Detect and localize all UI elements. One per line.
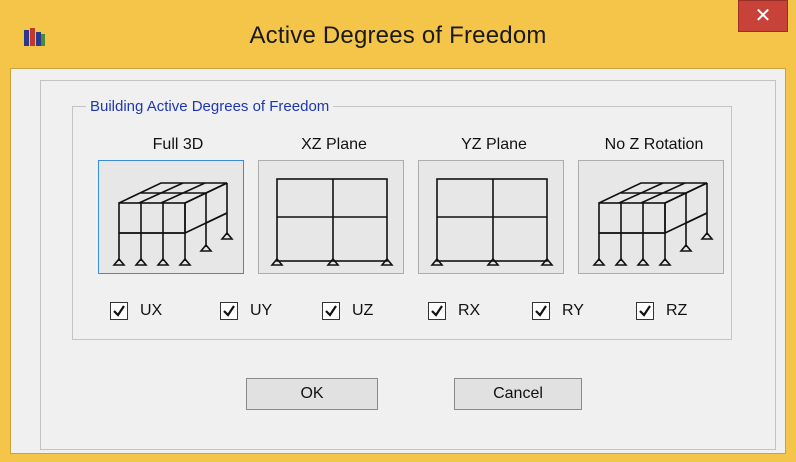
preset-label-full-3d: Full 3D (152, 136, 204, 153)
ok-button[interactable]: OK (246, 378, 378, 410)
checkmark-icon (325, 305, 337, 317)
no-z-rotation-frame-icon (592, 182, 714, 266)
checkmark-icon (223, 305, 235, 317)
full-3d-button[interactable] (98, 160, 244, 274)
checkmark-icon (431, 305, 443, 317)
dialog-window: Active Degrees of Freedom ✕ Building Act… (0, 0, 796, 462)
dof-label-rz: RZ (666, 302, 688, 319)
dof-label-uz: UZ (352, 302, 374, 319)
dof-label-ux: UX (140, 302, 163, 319)
checkbox-box[interactable] (532, 302, 550, 320)
checkbox-box[interactable] (636, 302, 654, 320)
full-3d-frame-icon (112, 182, 234, 266)
preset-label-xz-plane: XZ Plane (301, 136, 367, 153)
checkbox-box[interactable] (428, 302, 446, 320)
close-button[interactable]: ✕ (738, 0, 788, 32)
preset-label-yz-plane: YZ Plane (461, 136, 527, 153)
cancel-button[interactable]: Cancel (454, 378, 582, 410)
checkbox-box[interactable] (322, 302, 340, 320)
checkmark-icon (639, 305, 651, 317)
dof-label-rx: RX (458, 302, 481, 319)
no-z-rotation-button[interactable] (578, 160, 724, 274)
yz-plane-frame-icon (430, 178, 554, 266)
dof-label-ry: RY (562, 302, 584, 319)
yz-plane-button[interactable] (418, 160, 564, 274)
checkmark-icon (113, 305, 125, 317)
title-bar[interactable]: Active Degrees of Freedom ✕ (0, 0, 796, 70)
xz-plane-frame-icon (270, 178, 394, 266)
xz-plane-button[interactable] (258, 160, 404, 274)
window-bottom-border (0, 454, 796, 462)
preset-label-no-z-rotation: No Z Rotation (604, 136, 704, 153)
dof-label-uy: UY (250, 302, 273, 319)
window-title: Active Degrees of Freedom (249, 22, 547, 49)
checkbox-box[interactable] (110, 302, 128, 320)
close-icon: ✕ (754, 5, 772, 27)
checkbox-box[interactable] (220, 302, 238, 320)
checkmark-icon (535, 305, 547, 317)
groupbox-label: Building Active Degrees of Freedom (86, 98, 334, 115)
